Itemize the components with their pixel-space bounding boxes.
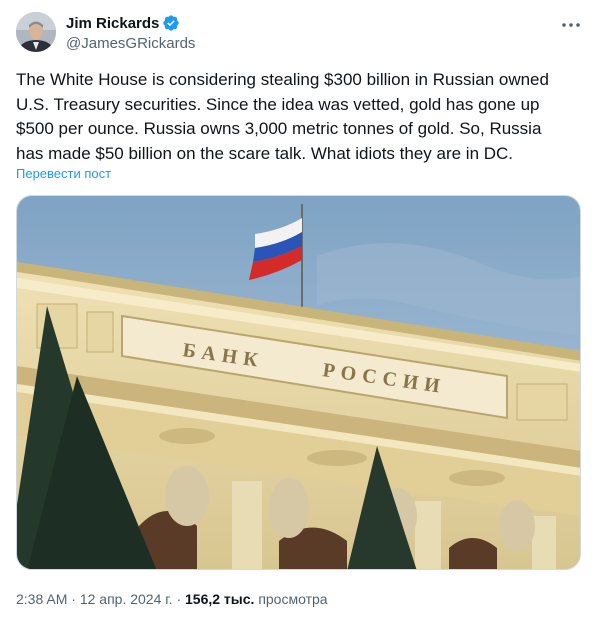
tweet-text-line: has made $50 billion on the scare talk. …	[16, 143, 514, 163]
more-dots-icon	[562, 23, 580, 27]
more-options-button[interactable]	[560, 14, 582, 36]
tweet-photo[interactable]: БАНК РОССИИ	[16, 195, 581, 570]
author-display-name[interactable]: Jim Rickards	[66, 15, 159, 32]
tweet-meta: 2:38 AM · 12 апр. 2024 г. · 156,2 тыс. п…	[16, 591, 328, 607]
name-row: Jim Rickards	[66, 13, 195, 33]
views-count: 156,2 тыс.	[185, 591, 255, 607]
tweet-text-line: U.S. Treasury securities. Since the idea…	[16, 94, 540, 114]
views-label: просмотра	[258, 591, 328, 607]
author-block: Jim Rickards @JamesGRickards	[66, 13, 195, 53]
tweet-date[interactable]: 12 апр. 2024 г.	[80, 591, 173, 607]
tweet-text-line: $500 per ounce. Russia owns 3,000 metric…	[16, 119, 542, 138]
meta-separator: ·	[71, 591, 76, 607]
verified-badge-icon	[163, 15, 180, 31]
meta-separator: ·	[176, 591, 182, 607]
tweet-text: The White House is considering stealing …	[16, 68, 582, 166]
tweet-text-line: The White House is considering stealing …	[16, 70, 549, 89]
avatar[interactable]	[16, 12, 56, 52]
author-handle[interactable]: @JamesGRickards	[66, 35, 195, 52]
tweet-time[interactable]: 2:38 AM	[16, 591, 67, 607]
translate-post-link[interactable]: Перевести пост	[16, 166, 111, 181]
